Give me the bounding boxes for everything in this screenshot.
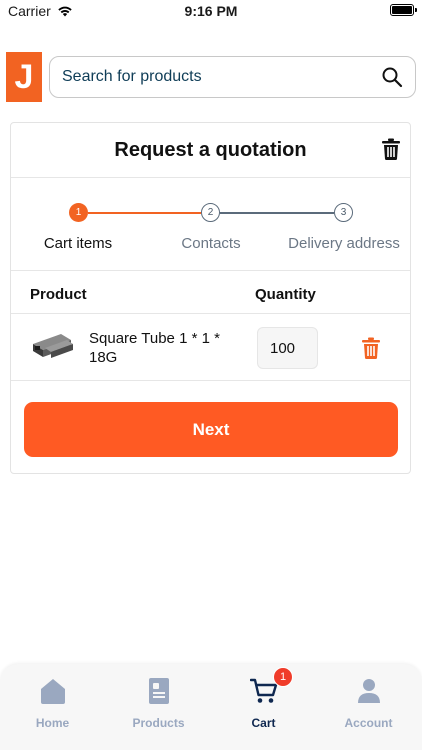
tab-cart[interactable]: 1 Cart <box>211 664 316 739</box>
tab-cart-label: Cart <box>251 716 276 730</box>
account-icon <box>358 679 380 703</box>
quantity-field[interactable] <box>257 327 318 369</box>
tab-account[interactable]: Account <box>316 664 421 739</box>
quotation-card: Request a quotation 1 2 3 Cart items Con… <box>10 122 411 474</box>
status-time: 9:16 PM <box>184 3 238 19</box>
column-header-quantity: Quantity <box>255 286 316 303</box>
search-input[interactable] <box>62 57 362 96</box>
app-logo[interactable]: J <box>6 52 42 102</box>
step-2-label[interactable]: Contacts <box>161 235 261 252</box>
step-line-1 <box>88 212 201 214</box>
bottom-tab-bar: Home Products 1 Cart Account <box>0 664 422 750</box>
product-image <box>33 334 73 358</box>
step-1-label[interactable]: Cart items <box>28 235 128 252</box>
card-title-row: Request a quotation <box>11 123 410 178</box>
tab-products[interactable]: Products <box>106 664 211 739</box>
cart-count-badge: 1 <box>273 667 293 687</box>
home-icon <box>41 679 65 704</box>
checkout-stepper: 1 2 3 Cart items Contacts Delivery addre… <box>11 179 410 271</box>
remove-item-trash-icon[interactable] <box>362 337 380 359</box>
tab-account-label: Account <box>344 716 393 730</box>
search-icon[interactable] <box>381 66 403 88</box>
tab-home[interactable]: Home <box>0 664 105 739</box>
search-box[interactable] <box>49 56 416 98</box>
step-2-indicator[interactable]: 2 <box>201 203 220 222</box>
catalog-icon <box>149 678 169 704</box>
table-header: Product Quantity <box>11 272 410 314</box>
step-line-2 <box>220 212 334 214</box>
status-bar: Carrier 9:16 PM <box>0 0 422 24</box>
table-row: Square Tube 1 * 1 * 18G <box>11 315 410 381</box>
header: J <box>6 51 416 102</box>
page-title: Request a quotation <box>114 139 307 161</box>
step-1-indicator[interactable]: 1 <box>69 203 88 222</box>
tab-products-label: Products <box>132 716 185 730</box>
column-header-product: Product <box>30 286 87 303</box>
tab-home-label: Home <box>35 716 70 730</box>
product-name[interactable]: Square Tube 1 * 1 * 18G <box>89 329 239 367</box>
step-3-indicator[interactable]: 3 <box>334 203 353 222</box>
next-button[interactable]: Next <box>24 402 398 457</box>
step-3-label[interactable]: Delivery address <box>282 235 406 252</box>
battery-icon <box>390 4 417 16</box>
clear-cart-trash-icon[interactable] <box>382 138 400 160</box>
